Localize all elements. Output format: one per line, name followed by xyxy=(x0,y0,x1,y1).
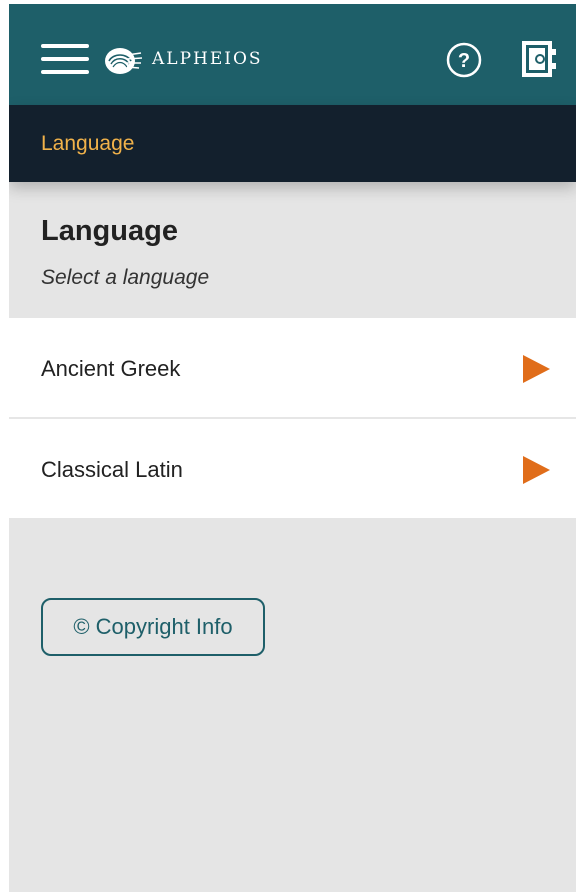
reader-panel-icon[interactable] xyxy=(519,39,559,79)
breadcrumb-bar: Language xyxy=(9,105,576,182)
alpheios-logo-icon xyxy=(105,48,143,74)
app-frame: ALPHEIOS ? Language Language Select a la… xyxy=(9,4,576,892)
page-title: Language xyxy=(41,215,178,247)
language-label: Classical Latin xyxy=(41,457,183,482)
language-item-classical-latin[interactable]: Classical Latin xyxy=(9,419,576,518)
play-arrow-icon xyxy=(523,355,550,383)
top-app-bar: ALPHEIOS ? xyxy=(9,4,576,105)
language-item-ancient-greek[interactable]: Ancient Greek xyxy=(9,318,576,419)
svg-text:?: ? xyxy=(458,50,470,72)
hamburger-menu-icon[interactable] xyxy=(41,44,89,74)
logo-text: ALPHEIOS xyxy=(152,49,263,69)
play-arrow-icon xyxy=(523,456,550,484)
language-label: Ancient Greek xyxy=(41,356,181,381)
language-list: Ancient Greek Classical Latin xyxy=(9,318,576,518)
page-subtitle: Select a language xyxy=(41,266,210,289)
copyright-info-button[interactable]: © Copyright Info xyxy=(41,598,265,656)
help-icon[interactable]: ? xyxy=(446,42,482,78)
breadcrumb-title: Language xyxy=(41,132,135,155)
